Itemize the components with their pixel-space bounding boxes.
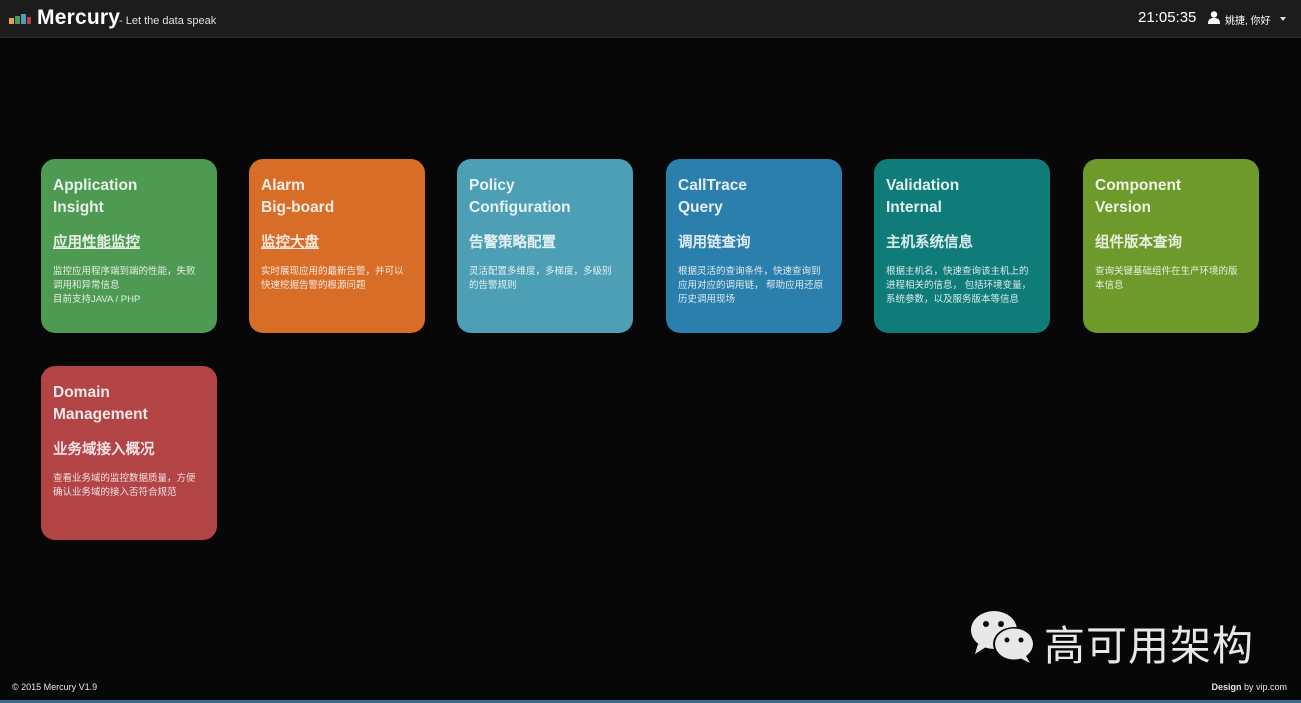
tile-application-insight[interactable]: Application Insight 应用性能监控 监控应用程序端到端的性能，… bbox=[41, 159, 217, 333]
tile-subtitle: 告警策略配置 bbox=[469, 235, 556, 251]
footer-design-suffix: by vip.com bbox=[1241, 682, 1287, 692]
tile-subtitle: 业务域接入概况 bbox=[53, 442, 155, 458]
tile-subtitle: 监控大盘 bbox=[261, 235, 319, 251]
tile-alarm-big-board[interactable]: Alarm Big-board 监控大盘 实时展现应用的最新告警，并可以 快速挖… bbox=[249, 159, 425, 333]
tile-subtitle: 主机系统信息 bbox=[886, 235, 973, 251]
wechat-icon bbox=[971, 611, 1035, 663]
tile-description: 查看业务域的监控数据质量，方便 确认业务域的接入否符合规范 bbox=[53, 473, 196, 498]
tile-title: CallTrace Query bbox=[678, 177, 747, 216]
tile-description: 灵活配置多维度，多梯度，多级别 的告警规则 bbox=[469, 266, 612, 291]
tile-description: 查询关键基础组件在生产环境的版 本信息 bbox=[1095, 266, 1238, 291]
top-navbar: Mercury - Let the data speak 21:05:35 姚捷… bbox=[0, 0, 1301, 38]
chevron-down-icon[interactable] bbox=[1280, 17, 1286, 21]
tile-subtitle: 应用性能监控 bbox=[53, 235, 140, 251]
user-icon[interactable] bbox=[1208, 11, 1220, 24]
footer-copyright: © 2015 Mercury V1.9 bbox=[12, 682, 98, 692]
tile-description: 实时展现应用的最新告警，并可以 快速挖掘告警的根源问题 bbox=[261, 266, 404, 291]
tile-description: 根据主机名，快速查询该主机上的 进程相关的信息， 包括环境变量， 系统参数，以及… bbox=[886, 266, 1032, 305]
footer-design-prefix: Design bbox=[1211, 682, 1242, 692]
tile-title: Component Version bbox=[1095, 177, 1182, 216]
tile-calltrace-query[interactable]: CallTrace Query 调用链查询 根据灵活的查询条件，快速查询到 应用… bbox=[666, 159, 842, 333]
tile-subtitle: 调用链查询 bbox=[678, 235, 751, 251]
brand-name[interactable]: Mercury bbox=[37, 6, 120, 30]
tile-validation-internal[interactable]: Validation Internal 主机系统信息 根据主机名，快速查询该主机… bbox=[874, 159, 1050, 333]
footer-design-credit: Design by vip.com bbox=[1211, 682, 1287, 692]
tile-description: 监控应用程序端到端的性能，失败 调用和异常信息 目前支持JAVA / PHP bbox=[53, 266, 196, 305]
tile-policy-configuration[interactable]: Policy Configuration 告警策略配置 灵活配置多维度，多梯度，… bbox=[457, 159, 633, 333]
tile-title: Alarm Big-board bbox=[261, 177, 335, 216]
clock: 21:05:35 bbox=[1138, 9, 1197, 26]
tile-title: Policy Configuration bbox=[469, 177, 571, 216]
tile-title: Domain Management bbox=[53, 384, 148, 423]
tile-subtitle: 组件版本查询 bbox=[1095, 235, 1182, 251]
user-greeting[interactable]: 姚捷, 你好 bbox=[1225, 12, 1271, 27]
tile-component-version[interactable]: Component Version 组件版本查询 查询关键基础组件在生产环境的版… bbox=[1083, 159, 1259, 333]
watermark-text: 高可用架构 bbox=[1044, 622, 1254, 670]
tile-title: Application Insight bbox=[53, 177, 138, 216]
tile-description: 根据灵活的查询条件，快速查询到 应用对应的调用链， 帮助应用还原 历史调用现场 bbox=[678, 266, 824, 305]
tile-title: Validation Internal bbox=[886, 177, 960, 216]
tile-domain-management[interactable]: Domain Management 业务域接入概况 查看业务域的监控数据质量，方… bbox=[41, 366, 217, 540]
brand-tagline: - Let the data speak bbox=[119, 15, 217, 27]
logo-icon bbox=[9, 14, 31, 24]
